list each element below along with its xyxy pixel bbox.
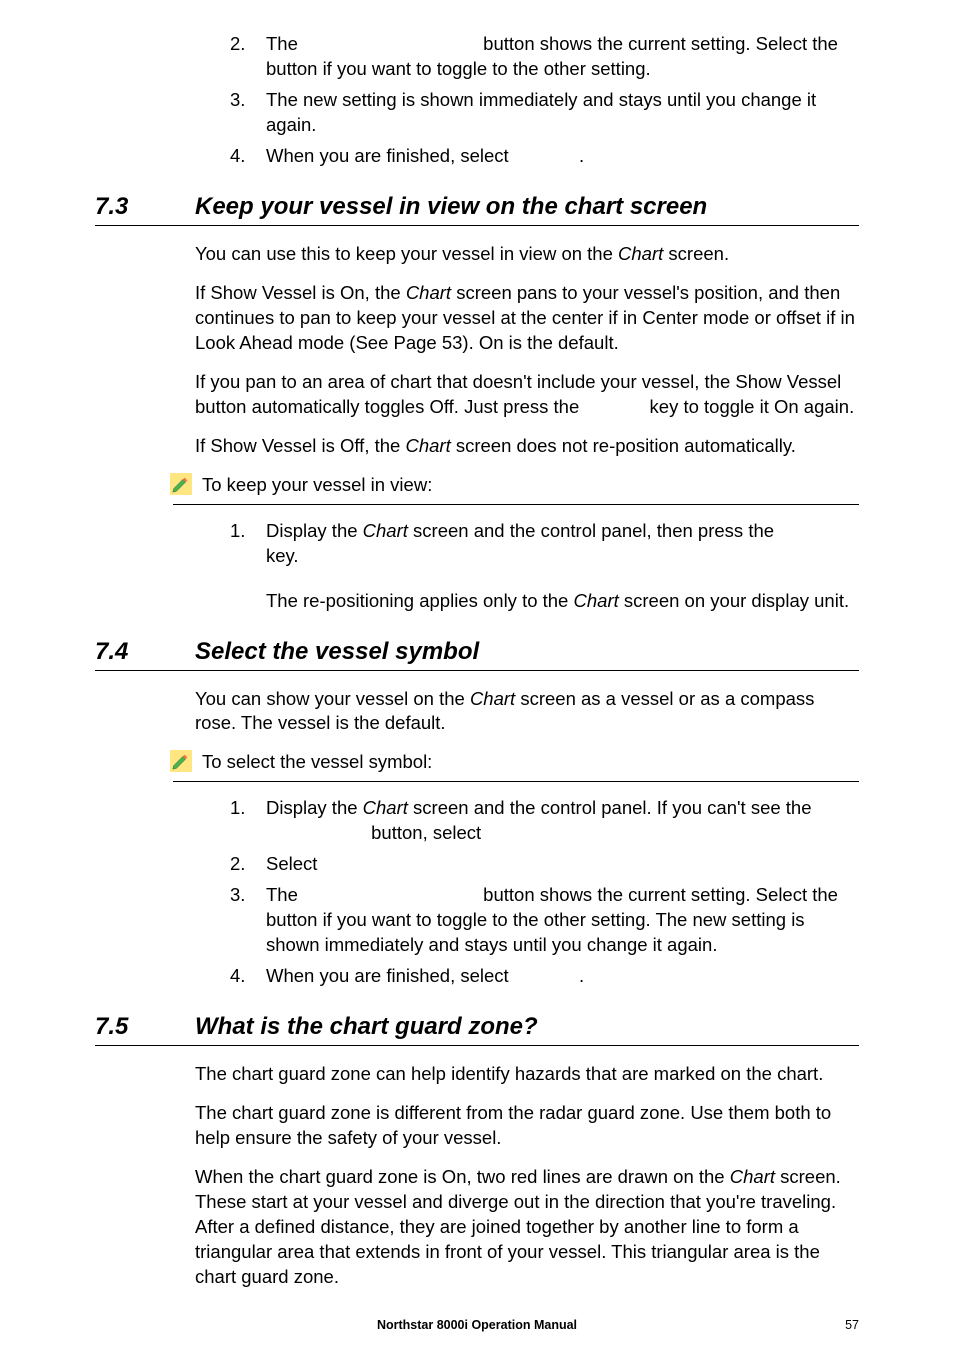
section-title: Select the vessel symbol bbox=[195, 638, 479, 666]
page-container: 2. The button shows the current setting.… bbox=[0, 0, 954, 1362]
sub-numbered-list: 1. Display the Chart screen and the cont… bbox=[230, 519, 859, 569]
list-item: 1. Display the Chart screen and the cont… bbox=[230, 796, 859, 846]
section-number: 7.4 bbox=[95, 638, 165, 666]
section-title: What is the chart guard zone? bbox=[195, 1013, 538, 1041]
list-item: 2. Select bbox=[230, 852, 859, 877]
pencil-text: To select the vessel symbol: bbox=[202, 750, 432, 775]
section-divider bbox=[95, 1045, 859, 1046]
pencil-text: To keep your vessel in view: bbox=[202, 473, 432, 498]
list-text: The new setting is shown immediately and… bbox=[266, 88, 859, 138]
list-number: 3. bbox=[230, 88, 260, 138]
section-title: Keep your vessel in view on the chart sc… bbox=[195, 193, 707, 221]
sub-paragraph: The re-positioning applies only to the C… bbox=[266, 589, 859, 614]
footer-page-number: 57 bbox=[845, 1318, 859, 1332]
section-number: 7.3 bbox=[95, 193, 165, 221]
footer-title: Northstar 8000i Operation Manual bbox=[377, 1318, 577, 1332]
body-paragraph: If Show Vessel is On, the Chart screen p… bbox=[195, 281, 859, 356]
list-item: 4. When you are finished, select . bbox=[230, 144, 859, 169]
list-item: 4. When you are finished, select . bbox=[230, 964, 859, 989]
list-item: 2. The button shows the current setting.… bbox=[230, 32, 859, 82]
list-item: 1. Display the Chart screen and the cont… bbox=[230, 519, 859, 569]
list-item: 3. The new setting is shown immediately … bbox=[230, 88, 859, 138]
list-text: The button shows the current setting. Se… bbox=[266, 883, 859, 958]
section-heading-73: 7.3 Keep your vessel in view on the char… bbox=[95, 193, 859, 221]
list-text: Select bbox=[266, 852, 317, 877]
top-numbered-list: 2. The button shows the current setting.… bbox=[230, 32, 859, 169]
section-divider bbox=[95, 225, 859, 226]
list-number: 3. bbox=[230, 883, 260, 958]
list-text: The button shows the current setting. Se… bbox=[266, 32, 859, 82]
sub-divider bbox=[173, 781, 859, 782]
list-text: When you are finished, select . bbox=[266, 144, 584, 169]
pencil-row: To select the vessel symbol: bbox=[170, 750, 859, 775]
body-paragraph: If you pan to an area of chart that does… bbox=[195, 370, 859, 420]
pencil-row: To keep your vessel in view: bbox=[170, 473, 859, 498]
section-heading-74: 7.4 Select the vessel symbol bbox=[95, 638, 859, 666]
section-divider bbox=[95, 670, 859, 671]
list-number: 2. bbox=[230, 852, 260, 877]
list-text: When you are finished, select . bbox=[266, 964, 584, 989]
body-paragraph: You can show your vessel on the Chart sc… bbox=[195, 687, 859, 737]
page-footer: Northstar 8000i Operation Manual 57 bbox=[95, 1318, 859, 1332]
list-text: Display the Chart screen and the control… bbox=[266, 519, 824, 569]
list-number: 4. bbox=[230, 144, 260, 169]
body-paragraph: When the chart guard zone is On, two red… bbox=[195, 1165, 859, 1290]
body-paragraph: You can use this to keep your vessel in … bbox=[195, 242, 859, 267]
list-number: 2. bbox=[230, 32, 260, 82]
body-paragraph: If Show Vessel is Off, the Chart screen … bbox=[195, 434, 859, 459]
body-paragraph: The chart guard zone is different from t… bbox=[195, 1101, 859, 1151]
list-item: 3. The button shows the current setting.… bbox=[230, 883, 859, 958]
body-paragraph: The chart guard zone can help identify h… bbox=[195, 1062, 859, 1087]
pencil-icon bbox=[170, 473, 192, 495]
list-number: 1. bbox=[230, 796, 260, 846]
list-number: 4. bbox=[230, 964, 260, 989]
sub-divider bbox=[173, 504, 859, 505]
list-text: Display the Chart screen and the control… bbox=[266, 796, 812, 846]
sub-numbered-list: 1. Display the Chart screen and the cont… bbox=[230, 796, 859, 989]
pencil-icon bbox=[170, 750, 192, 772]
section-heading-75: 7.5 What is the chart guard zone? bbox=[95, 1013, 859, 1041]
section-number: 7.5 bbox=[95, 1013, 165, 1041]
list-number: 1. bbox=[230, 519, 260, 569]
